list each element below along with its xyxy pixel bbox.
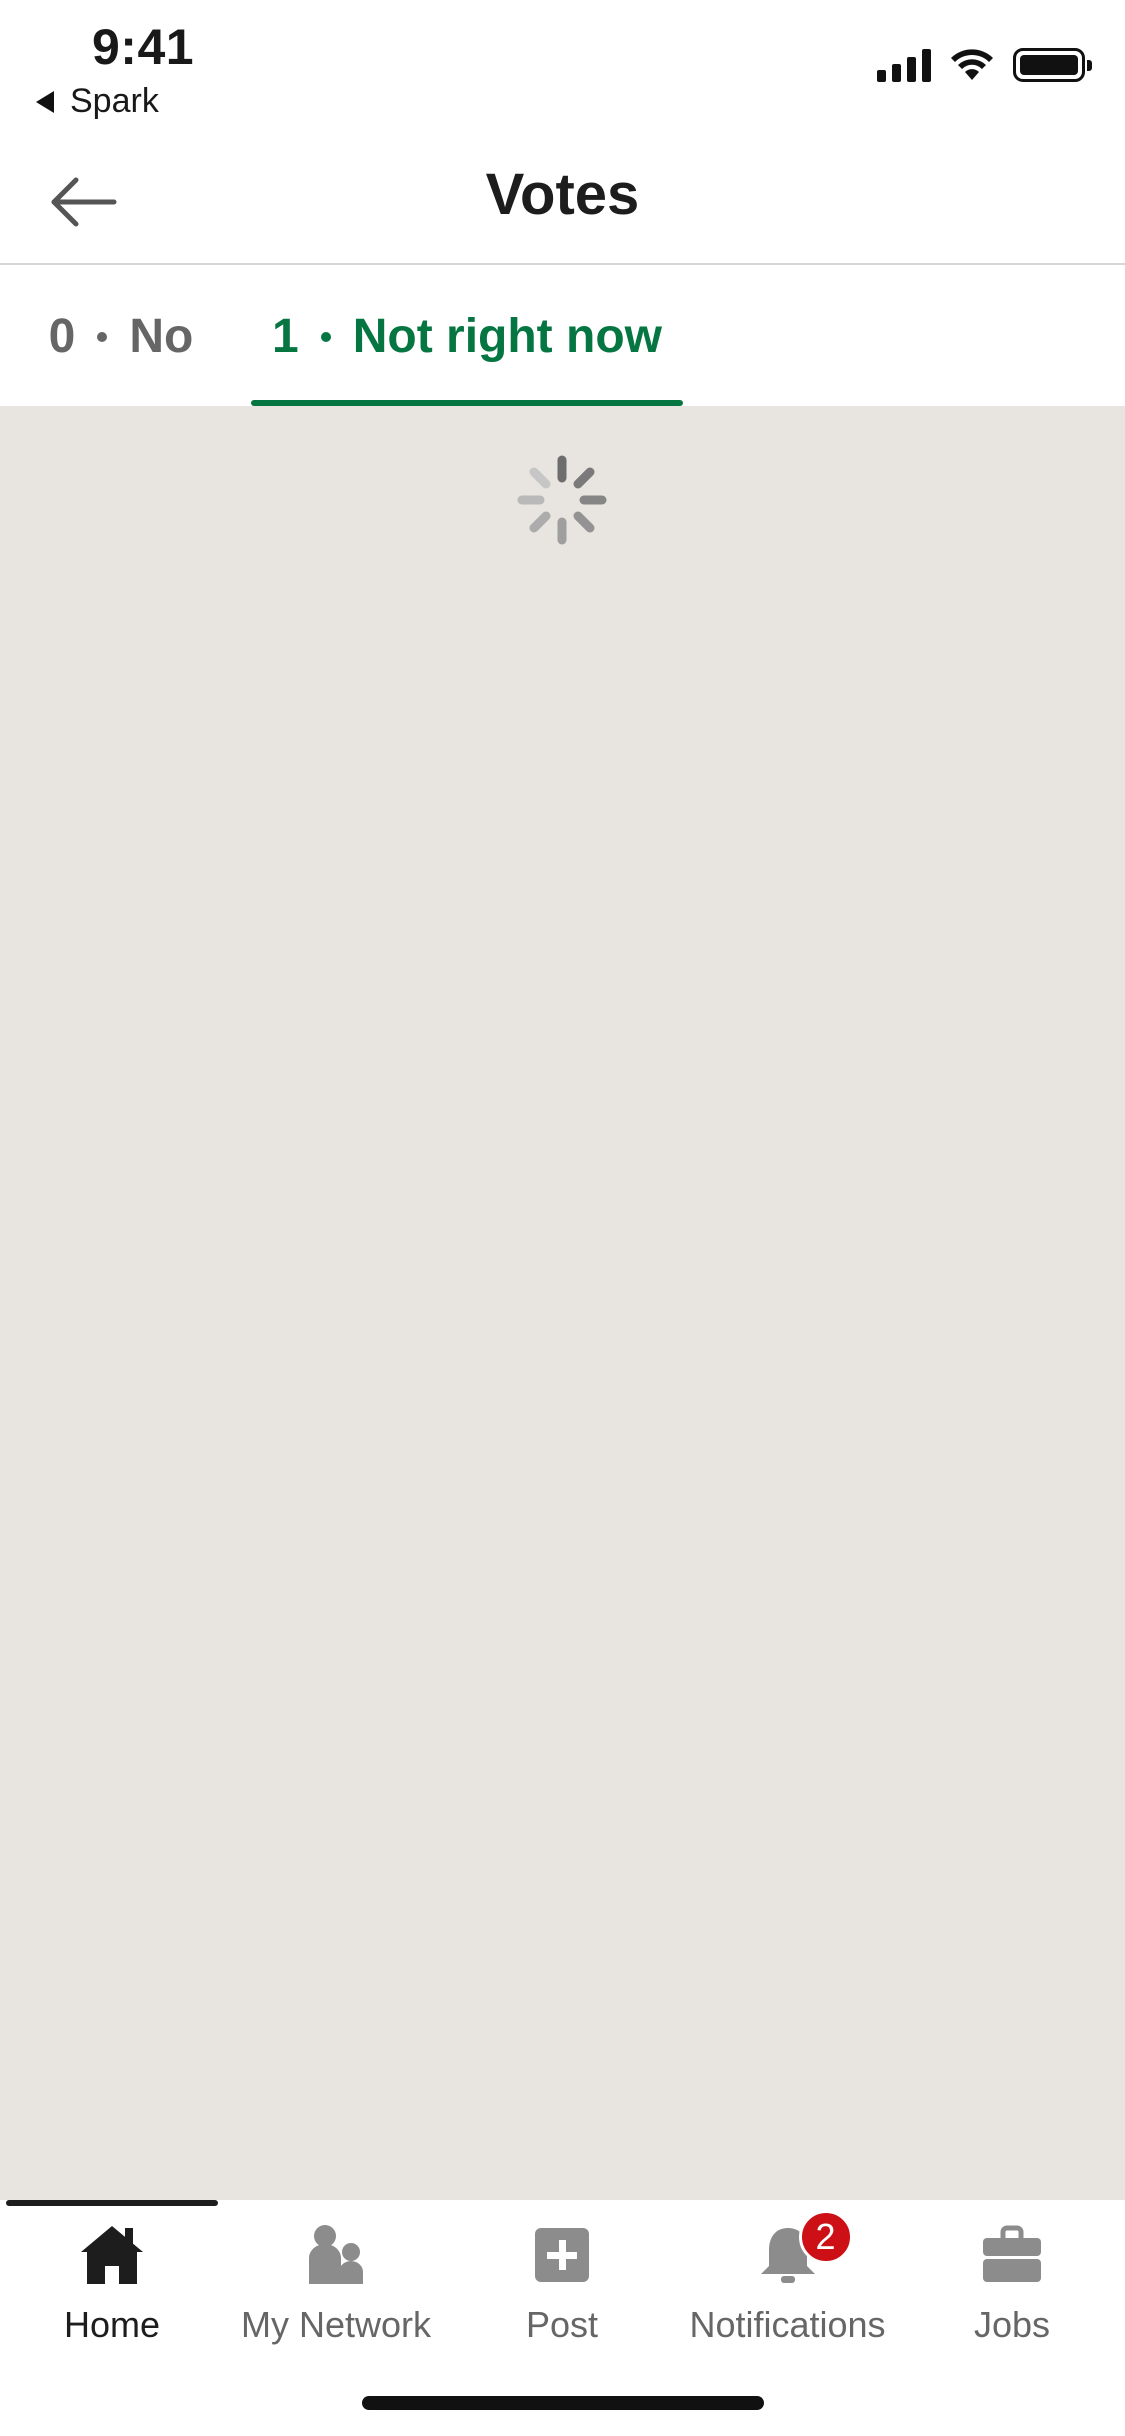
post-icon xyxy=(535,2228,589,2282)
separator-dot xyxy=(320,331,331,342)
nav-post[interactable]: Post xyxy=(500,2214,624,2354)
bell-icon-wrapper: 2 xyxy=(755,2210,853,2288)
nav-jobs[interactable]: Jobs xyxy=(950,2214,1074,2354)
network-icon xyxy=(309,2225,363,2284)
back-triangle-icon xyxy=(36,90,54,113)
notification-count-badge: 2 xyxy=(798,2210,853,2264)
wifi-icon xyxy=(951,49,993,80)
active-nav-indicator xyxy=(6,2200,218,2206)
separator-dot xyxy=(97,331,108,342)
nav-label: My Network xyxy=(240,2304,432,2345)
nav-home[interactable]: Home xyxy=(40,2214,184,2354)
loading-spinner-icon xyxy=(517,455,607,545)
home-indicator[interactable] xyxy=(362,2396,764,2410)
battery-icon xyxy=(1013,48,1092,82)
top-app-bar: Votes xyxy=(0,135,1125,265)
back-app-label: Spark xyxy=(70,82,159,120)
nav-my-network[interactable]: My Network xyxy=(225,2214,447,2354)
nav-label: Notifications xyxy=(689,2304,886,2345)
tab-not-right-now[interactable]: 1 Not right now xyxy=(251,267,683,406)
briefcase-icon xyxy=(983,2225,1041,2282)
vote-tabs: 0 No 1 Not right now xyxy=(0,267,1125,406)
status-bar: 9:41 Spark xyxy=(0,0,1125,135)
cellular-signal-icon xyxy=(877,48,931,82)
page-title: Votes xyxy=(485,162,640,227)
nav-label: Home xyxy=(63,2304,161,2345)
back-to-app-link[interactable]: Spark xyxy=(36,82,159,121)
tab-label: No xyxy=(129,310,194,363)
votes-list-area xyxy=(0,406,1125,2200)
nav-label: Jobs xyxy=(973,2304,1051,2345)
tab-count: 0 xyxy=(48,310,76,363)
status-time: 9:41 xyxy=(92,19,195,75)
nav-notifications[interactable]: 2 Notifications xyxy=(680,2210,895,2354)
status-indicators xyxy=(877,48,1092,82)
tab-no[interactable]: 0 No xyxy=(26,267,216,406)
nav-label: Post xyxy=(525,2304,599,2345)
tab-count: 1 xyxy=(272,310,299,363)
tab-label: Not right now xyxy=(352,310,662,363)
home-icon xyxy=(81,2226,143,2284)
